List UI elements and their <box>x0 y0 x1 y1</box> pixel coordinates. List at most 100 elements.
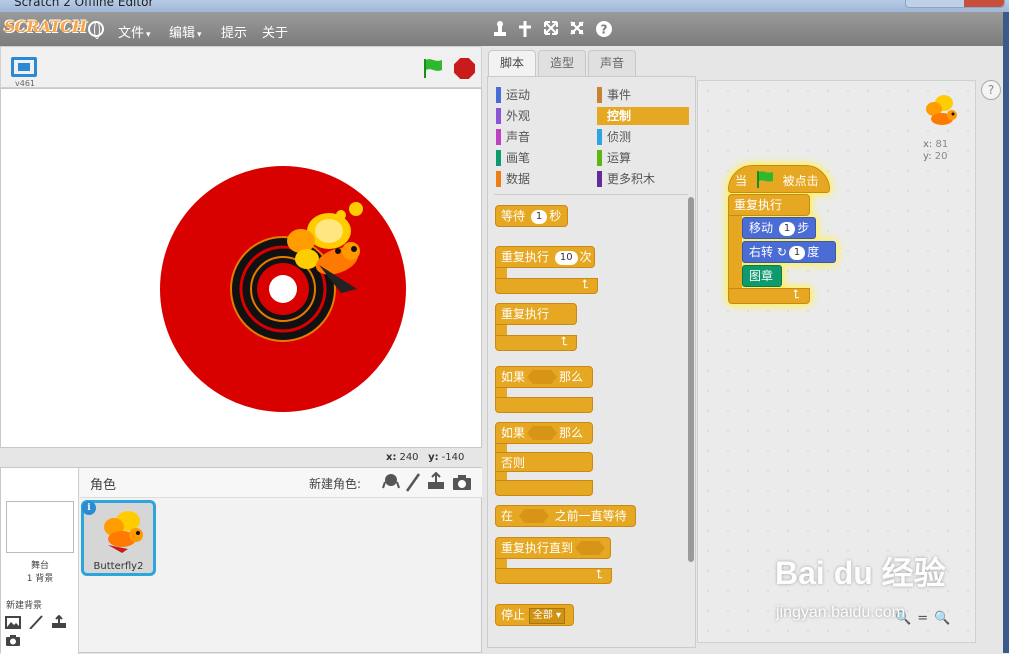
category-pen[interactable]: 画笔 <box>496 149 586 167</box>
menu-tips[interactable]: 提示 <box>221 22 247 41</box>
stop-button[interactable] <box>454 58 475 79</box>
menu-edit[interactable]: 编辑 ▾ <box>169 22 202 41</box>
stage-drawing <box>160 166 406 412</box>
green-flag-icon <box>756 171 773 188</box>
stage-canvas[interactable] <box>0 88 482 448</box>
category-motion[interactable]: 运动 <box>496 86 586 104</box>
category-sound[interactable]: 声音 <box>496 128 586 146</box>
sprite-name: Butterfly2 <box>93 561 144 572</box>
menu-file[interactable]: 文件 ▾ <box>118 22 151 41</box>
palette-scrollbar[interactable] <box>688 197 694 562</box>
zoom-reset-icon[interactable]: = <box>917 611 934 626</box>
new-backdrop-label: 新建背景 <box>6 601 43 611</box>
fullscreen-icon[interactable] <box>11 57 37 77</box>
block-repeat-foot: ⮤ <box>495 277 598 294</box>
forever-block[interactable]: 重复执行 <box>728 194 810 216</box>
tab-costumes[interactable]: 造型 <box>538 50 586 76</box>
block-wait-input[interactable]: 1 <box>530 210 548 224</box>
upload-icon[interactable] <box>51 614 67 629</box>
block-if-else-condition[interactable] <box>527 426 558 440</box>
stamp-block[interactable]: 图章 <box>742 265 782 287</box>
block-repeat-until[interactable]: 重复执行直到 <box>495 537 611 559</box>
block-wait[interactable]: 等待 1秒 <box>495 205 568 227</box>
block-wait-until-condition[interactable] <box>518 509 549 523</box>
sprite-thumbnail <box>104 511 143 553</box>
shrink-icon[interactable] <box>569 20 585 38</box>
block-if-condition[interactable] <box>527 370 558 384</box>
move-input[interactable]: 1 <box>778 222 796 236</box>
zoom-in-icon[interactable]: 🔍 <box>934 611 956 626</box>
loop-arrow-icon: ⮤ <box>596 567 604 581</box>
block-if-label: 如果 <box>501 370 526 384</box>
block-stop[interactable]: 停止 全部 ▾ <box>495 604 574 626</box>
chevron-down-icon: ▾ <box>556 610 562 621</box>
block-repeat-until-foot: ⮤ <box>495 567 612 584</box>
sprite-coordinates: x: 81 y: 20 <box>923 139 948 163</box>
category-looks[interactable]: 外观 <box>496 107 586 125</box>
duplicate-stamp-icon[interactable] <box>492 20 508 38</box>
when-label: 当 <box>735 174 748 188</box>
paint-brush-icon[interactable] <box>405 472 421 492</box>
turn-unit: 度 <box>807 245 820 259</box>
window-close-button[interactable] <box>964 0 1004 7</box>
block-repeat[interactable]: 重复执行 10 次 <box>495 246 595 268</box>
watermark-brand: Bai du 经验 <box>775 555 946 591</box>
stage-label: 舞台 <box>30 561 49 571</box>
category-events[interactable]: 事件 <box>597 86 689 104</box>
category-operators[interactable]: 运算 <box>597 149 689 167</box>
block-wait-unit: 秒 <box>549 209 562 223</box>
category-sensing[interactable]: 侦测 <box>597 128 689 146</box>
cut-icon[interactable] <box>517 20 533 38</box>
globe-icon[interactable] <box>88 21 104 39</box>
block-if-else-then: 那么 <box>559 426 584 440</box>
backdrop-tools <box>5 614 78 651</box>
move-steps-block[interactable]: 移动 1步 <box>742 217 816 239</box>
window-controls[interactable] <box>905 0 1005 8</box>
loop-arrow-icon: ⮤ <box>793 287 801 301</box>
green-flag-button[interactable] <box>422 57 444 79</box>
category-data[interactable]: 数据 <box>496 170 586 188</box>
block-forever-foot: ⮤ <box>495 334 577 351</box>
turn-right-block[interactable]: 右转 ↻ 1 度 <box>742 241 836 263</box>
block-repeat-input[interactable]: 10 <box>554 251 578 265</box>
stage-toolbar: v461 <box>0 46 482 88</box>
category-more-blocks[interactable]: 更多积木 <box>597 170 689 188</box>
window-title: Scratch 2 Offline Editor <box>14 0 154 9</box>
scratch-logo[interactable]: SCRATCH <box>4 17 87 36</box>
block-wait-until[interactable]: 在 之前一直等待 <box>495 505 636 527</box>
sprite-pane: 舞台 1 背景 新建背景 角色 新建角色: i Butterfly2 <box>0 467 482 654</box>
grow-icon[interactable] <box>543 20 559 38</box>
block-wait-until-pre: 在 <box>501 509 514 523</box>
block-stop-dropdown[interactable]: 全部 ▾ <box>528 608 566 624</box>
paint-brush-icon[interactable] <box>28 615 44 630</box>
chevron-down-icon: ▾ <box>197 30 202 40</box>
backdrop-library-icon[interactable] <box>5 615 21 629</box>
help-button[interactable]: ? <box>981 80 1001 100</box>
block-stop-label: 停止 <box>501 608 526 622</box>
sprite-card[interactable]: i Butterfly2 <box>81 500 156 576</box>
sprite-preview-icon <box>926 95 957 125</box>
block-if[interactable]: 如果 那么 <box>495 366 593 388</box>
camera-icon[interactable] <box>5 633 21 647</box>
block-wait-label: 等待 <box>501 209 526 223</box>
chevron-down-icon: ▾ <box>146 30 151 40</box>
when-flag-clicked-block[interactable]: 当 被点击 <box>728 165 830 193</box>
sprite-library-icon[interactable] <box>382 472 400 492</box>
block-repeat-until-condition[interactable] <box>575 541 606 555</box>
block-repeat-label: 重复执行 <box>501 250 550 264</box>
block-forever[interactable]: 重复执行 <box>495 303 577 325</box>
tab-sounds[interactable]: 声音 <box>588 50 636 76</box>
category-control[interactable]: 控制 <box>597 107 689 125</box>
stage-thumbnail[interactable] <box>6 501 74 553</box>
block-if-else-label: 如果 <box>501 426 526 440</box>
help-icon[interactable]: ? <box>595 20 613 38</box>
tab-scripts[interactable]: 脚本 <box>488 50 536 76</box>
turn-input[interactable]: 1 <box>788 246 806 260</box>
block-if-then: 那么 <box>559 370 584 384</box>
block-repeat-until-label: 重复执行直到 <box>501 541 574 555</box>
upload-icon[interactable] <box>426 472 446 492</box>
block-if-else[interactable]: 如果 那么 <box>495 422 593 444</box>
move-unit: 步 <box>797 221 810 235</box>
menu-about[interactable]: 关于 <box>262 22 288 41</box>
camera-icon[interactable] <box>452 472 472 492</box>
